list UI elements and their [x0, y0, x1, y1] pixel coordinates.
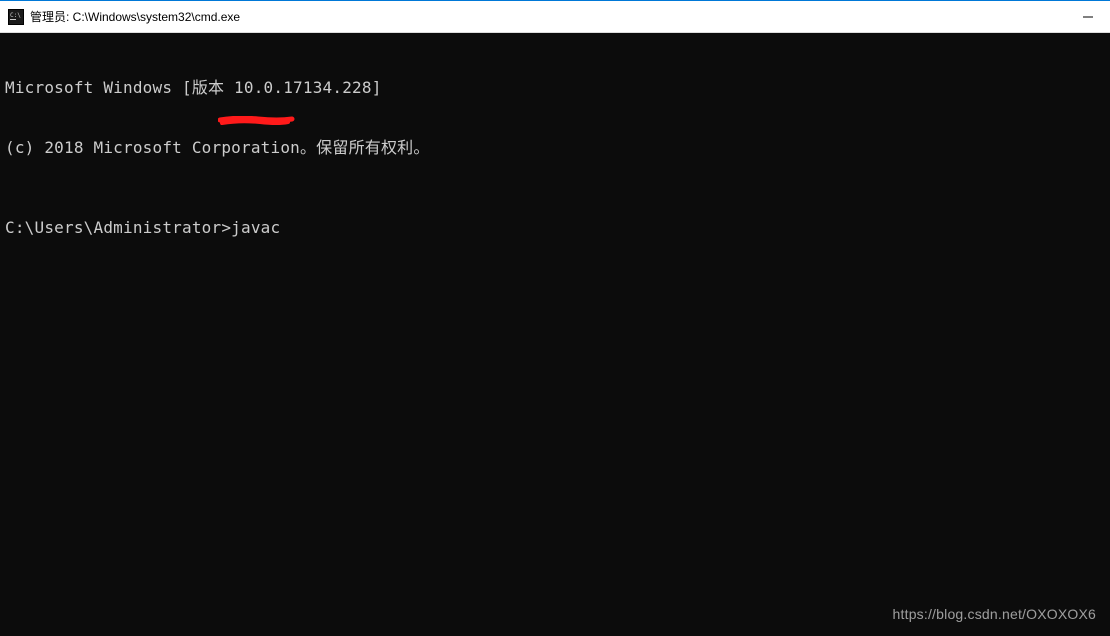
terminal-line: Microsoft Windows [版本 10.0.17134.228]: [5, 78, 1105, 98]
cmd-icon: C:\: [8, 9, 24, 25]
window-controls: [1065, 1, 1110, 32]
minimize-icon: [1083, 12, 1093, 22]
red-annotation-underline: [218, 116, 298, 122]
svg-text:C:\: C:\: [10, 12, 21, 19]
terminal-area[interactable]: Microsoft Windows [版本 10.0.17134.228] (c…: [0, 33, 1110, 636]
prompt-text: C:\Users\Administrator>: [5, 218, 231, 237]
minimize-button[interactable]: [1065, 1, 1110, 32]
window-title: 管理员: C:\Windows\system32\cmd.exe: [30, 8, 1065, 25]
titlebar[interactable]: C:\ 管理员: C:\Windows\system32\cmd.exe: [0, 1, 1110, 33]
command-text: javac: [231, 218, 280, 237]
prompt-line: C:\Users\Administrator>javac: [5, 218, 1105, 238]
watermark-text: https://blog.csdn.net/OXOXOX6: [893, 604, 1096, 624]
cmd-window: C:\ 管理员: C:\Windows\system32\cmd.exe Mic…: [0, 0, 1110, 636]
terminal-line: (c) 2018 Microsoft Corporation。保留所有权利。: [5, 138, 1105, 158]
